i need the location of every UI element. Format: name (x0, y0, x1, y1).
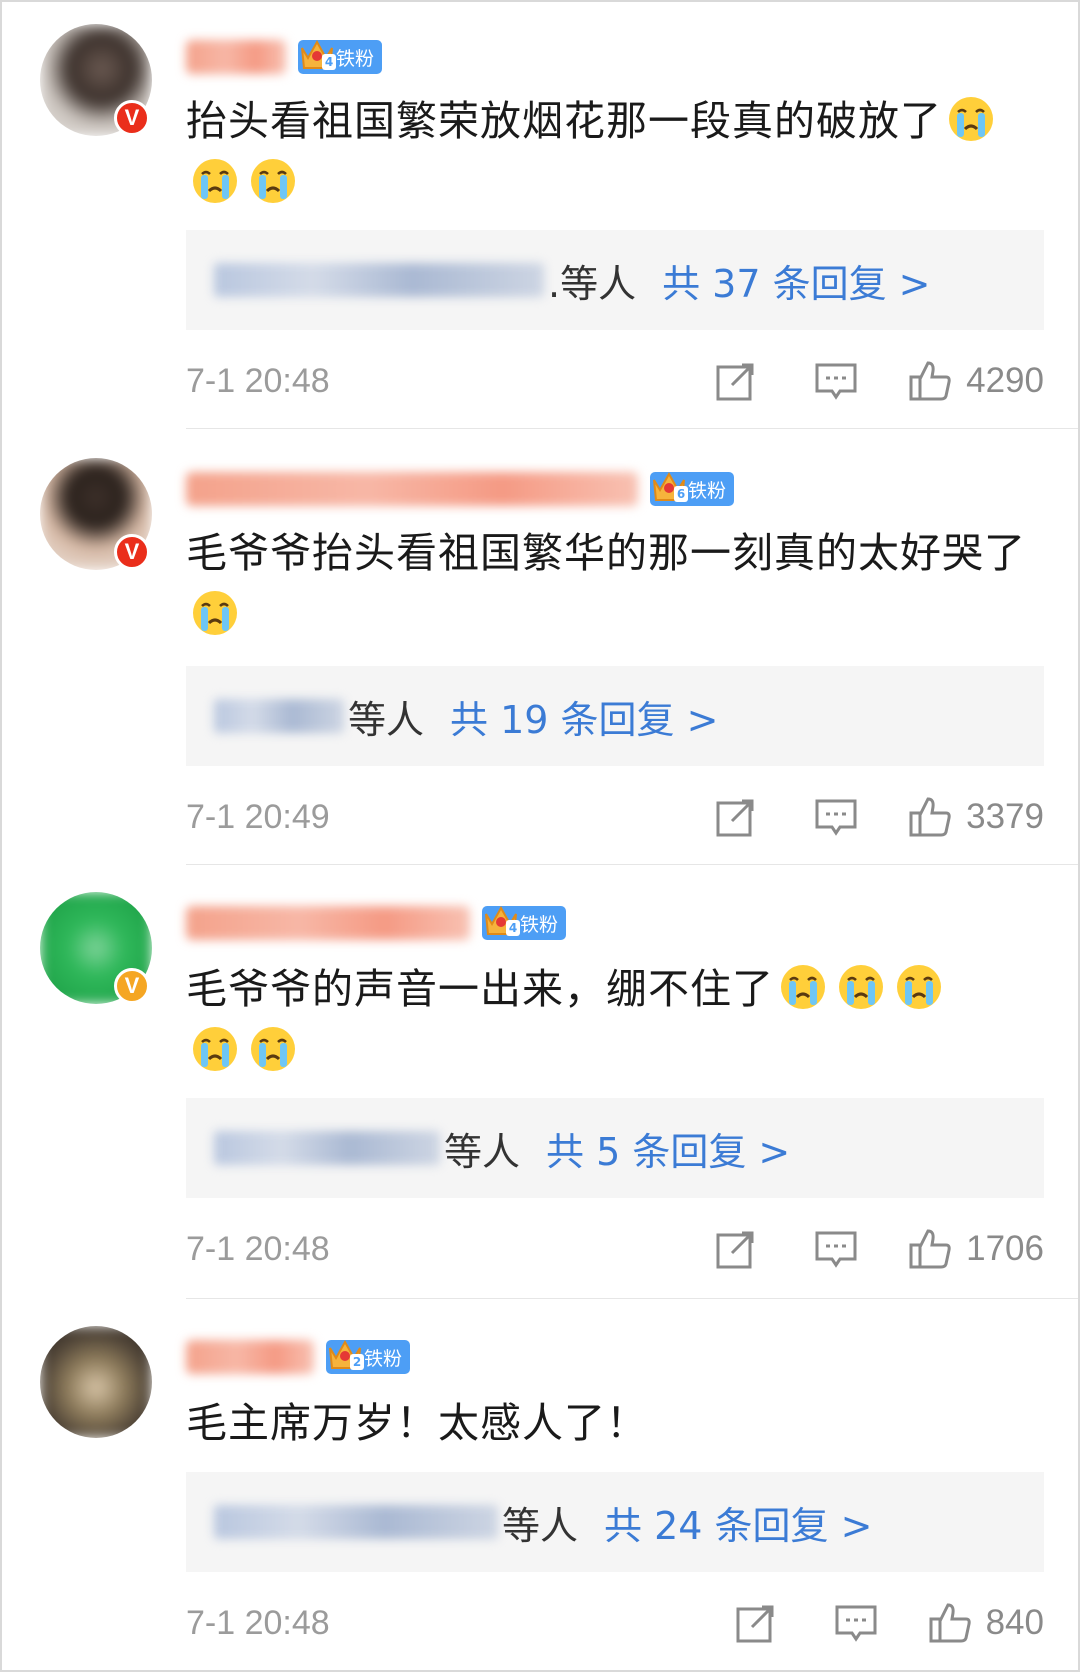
crying-face-emoji (193, 1027, 237, 1071)
comment-text: 毛爷爷的声音一出来，绷不住了 (186, 965, 774, 1013)
comment-text-block: 毛爷爷抬头看祖国繁华的那一刻真的太好哭了 (186, 522, 1052, 646)
like-count: 4290 (966, 361, 1044, 400)
reply-summary[interactable]: 等人 共 24 条回复 > (186, 1472, 1044, 1572)
thumbs-up-icon[interactable] (908, 1227, 952, 1271)
fan-badge: 4 铁粉 (482, 905, 567, 940)
divider (186, 1298, 1078, 1299)
fan-badge-label: 铁粉 (520, 913, 559, 936)
reply-summary[interactable]: 等人 共 5 条回复 > (186, 1098, 1044, 1198)
crying-face-emoji (193, 159, 237, 203)
reply-usernames (214, 263, 544, 297)
comment-text-block: 毛爷爷的声音一出来，绷不住了 (186, 958, 1052, 1082)
comment-text-block: 毛主席万岁！太感人了！ (186, 1392, 1052, 1454)
comment-text: 毛爷爷抬头看祖国繁华的那一刻真的太好哭了 (186, 529, 1026, 577)
reply-usernames (214, 1505, 498, 1539)
crying-face-emoji (839, 965, 883, 1009)
verified-v-icon: V (114, 968, 150, 1004)
fan-level: 4 (322, 54, 336, 70)
comment-list: V 4 铁粉 抬头看祖国繁荣放烟花那一段真的破放了 .等人 共 37 条回复 >… (0, 0, 1080, 1672)
comment-text: 毛主席万岁！太感人了！ (186, 1399, 648, 1447)
username[interactable] (186, 1340, 314, 1374)
comment-icon[interactable] (814, 359, 858, 403)
comment-icon[interactable] (834, 1601, 878, 1645)
fan-level: 6 (674, 486, 688, 502)
fan-badge: 4 铁粉 (298, 39, 383, 74)
username[interactable] (186, 906, 470, 940)
view-replies-link[interactable]: 共 37 条回复 > (662, 253, 930, 308)
comment-time: 7-1 20:48 (186, 1229, 330, 1268)
share-icon[interactable] (714, 1227, 758, 1271)
comment-icon[interactable] (814, 1227, 858, 1271)
view-replies-link[interactable]: 共 5 条回复 > (546, 1121, 790, 1176)
comment-text-block: 抬头看祖国繁荣放烟花那一段真的破放了 (186, 90, 1052, 214)
like-count: 840 (985, 1603, 1044, 1642)
comment-time: 7-1 20:49 (186, 797, 330, 836)
crying-face-emoji (949, 97, 993, 141)
crying-face-emoji (781, 965, 825, 1009)
fan-badge-label: 铁粉 (688, 479, 727, 502)
thumbs-up-icon[interactable] (908, 795, 952, 839)
reply-usernames (214, 699, 344, 733)
like-count: 3379 (966, 797, 1044, 836)
fan-level: 2 (350, 1354, 364, 1370)
thumbs-up-icon[interactable] (928, 1601, 972, 1645)
fan-badge-label: 铁粉 (364, 1347, 403, 1370)
fan-level: 4 (506, 920, 520, 936)
fan-badge: 6 铁粉 (650, 471, 735, 506)
divider (186, 864, 1078, 865)
share-icon[interactable] (714, 359, 758, 403)
username[interactable] (186, 40, 286, 74)
reply-suffix: 等人 (348, 697, 425, 742)
share-icon[interactable] (714, 795, 758, 839)
crying-face-emoji (193, 591, 237, 635)
divider (186, 428, 1078, 429)
comment-time: 7-1 20:48 (186, 361, 330, 400)
comment-time: 7-1 20:48 (186, 1603, 330, 1642)
reply-usernames (214, 1131, 440, 1165)
fan-badge: 2 铁粉 (326, 1339, 411, 1374)
verified-v-icon: V (114, 100, 150, 136)
crying-face-emoji (897, 965, 941, 1009)
username[interactable] (186, 472, 638, 506)
crying-face-emoji (251, 159, 295, 203)
reply-suffix: 等人 (502, 1503, 579, 1548)
thumbs-up-icon[interactable] (908, 359, 952, 403)
avatar[interactable] (40, 1326, 152, 1438)
reply-summary[interactable]: .等人 共 37 条回复 > (186, 230, 1044, 330)
crying-face-emoji (251, 1027, 295, 1071)
comment-text: 抬头看祖国繁荣放烟花那一段真的破放了 (186, 97, 942, 145)
reply-summary[interactable]: 等人 共 19 条回复 > (186, 666, 1044, 766)
verified-v-icon: V (114, 534, 150, 570)
share-icon[interactable] (734, 1601, 778, 1645)
view-replies-link[interactable]: 共 24 条回复 > (604, 1495, 872, 1550)
comment-icon[interactable] (814, 795, 858, 839)
reply-suffix: 等人 (444, 1129, 521, 1174)
like-count: 1706 (966, 1229, 1044, 1268)
view-replies-link[interactable]: 共 19 条回复 > (450, 689, 718, 744)
reply-suffix: .等人 (548, 261, 637, 306)
fan-badge-label: 铁粉 (336, 47, 375, 70)
